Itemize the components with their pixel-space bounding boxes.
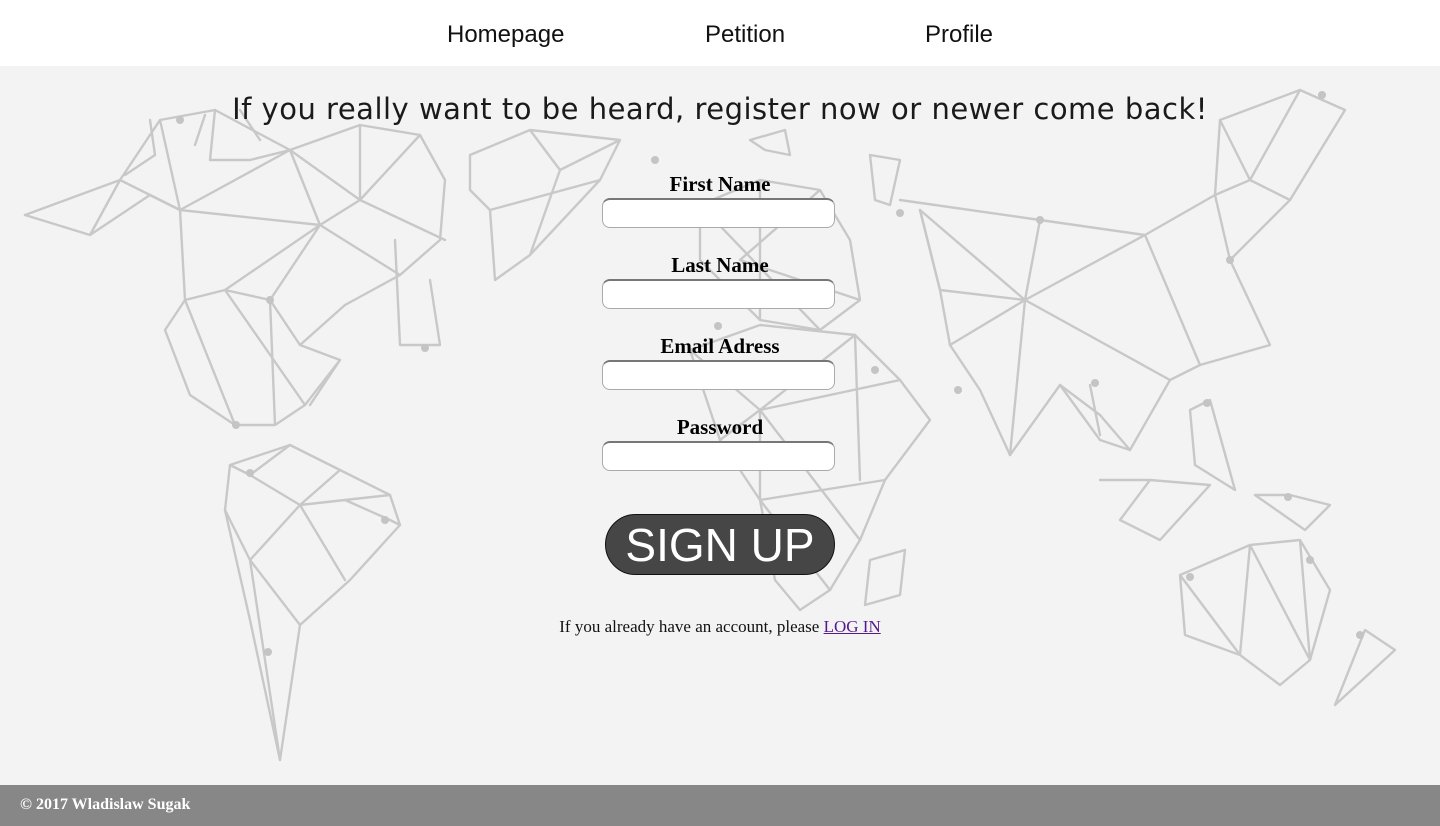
login-link[interactable]: LOG IN — [824, 617, 881, 636]
first-name-input[interactable] — [602, 198, 835, 228]
last-name-label: Last Name — [671, 253, 769, 277]
first-name-label: First Name — [669, 172, 771, 196]
nav-profile-link[interactable]: Profile — [925, 20, 993, 50]
copyright-text: © 2017 Wladislaw Sugak — [20, 796, 191, 813]
last-name-input[interactable] — [602, 279, 835, 309]
nav-petition-link[interactable]: Petition — [705, 20, 785, 50]
top-navigation: Homepage Petition Profile — [0, 0, 1440, 66]
page-footer: © 2017 Wladislaw Sugak — [0, 785, 1440, 826]
email-input[interactable] — [602, 360, 835, 390]
password-label: Password — [676, 415, 764, 439]
login-prompt: If you already have an account, please L… — [520, 617, 920, 637]
sign-up-button[interactable]: SIGN UP — [605, 514, 835, 575]
main-content: If you really want to be heard, register… — [0, 66, 1440, 785]
login-prompt-text: If you already have an account, please — [559, 617, 824, 636]
email-label: Email Adress — [660, 334, 780, 358]
page-headline: If you really want to be heard, register… — [232, 92, 1208, 126]
password-input[interactable] — [602, 441, 835, 471]
nav-homepage-link[interactable]: Homepage — [447, 20, 564, 50]
